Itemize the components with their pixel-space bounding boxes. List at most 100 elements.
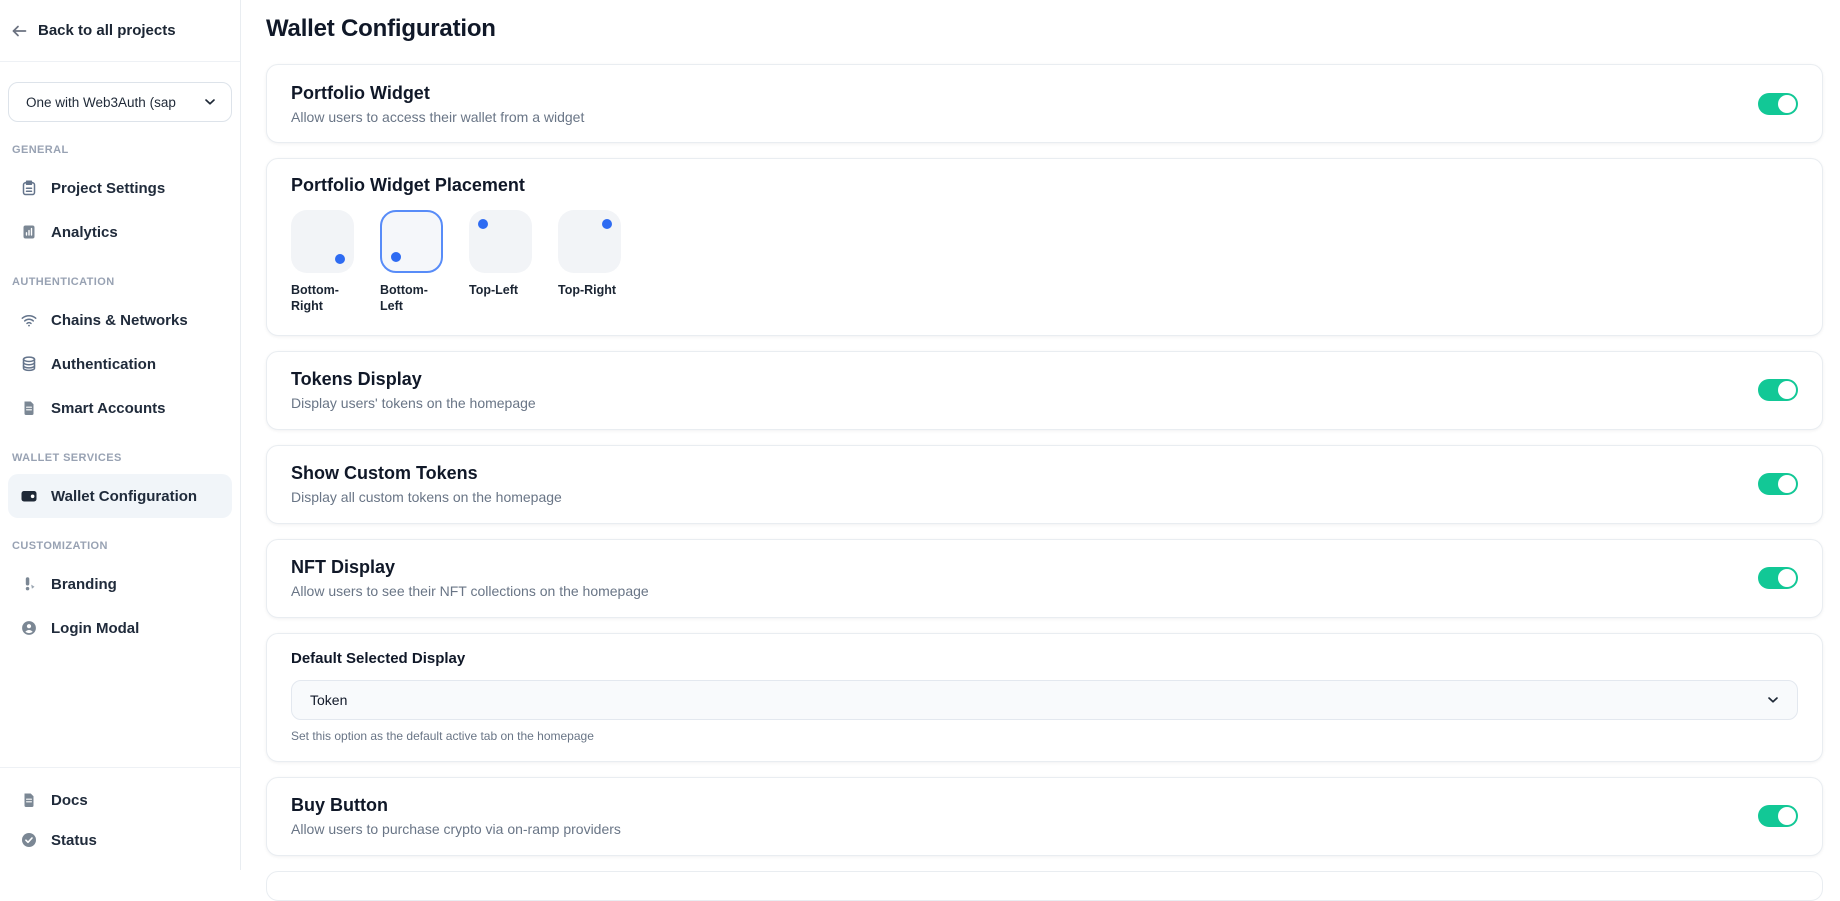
- card-text: Tokens Display Display users' tokens on …: [291, 369, 536, 411]
- section-label-authentication: AUTHENTICATION: [12, 276, 228, 288]
- sidebar-item-label: Status: [51, 832, 97, 849]
- card-tokens-display: Tokens Display Display users' tokens on …: [266, 351, 1823, 430]
- toggle-knob: [1778, 475, 1796, 493]
- page-title: Wallet Configuration: [266, 15, 1823, 43]
- placement-option-bottom-left: Bottom-Left: [380, 210, 446, 315]
- sidebar-item-status[interactable]: Status: [8, 820, 232, 860]
- card-show-custom-tokens: Show Custom Tokens Display all custom to…: [266, 445, 1823, 524]
- placement-tile-bottom-right[interactable]: [291, 210, 354, 273]
- sidebar-item-branding[interactable]: Branding: [8, 562, 232, 606]
- chevron-down-icon: [202, 94, 218, 110]
- card-text: Buy Button Allow users to purchase crypt…: [291, 795, 621, 837]
- database-icon: [20, 355, 38, 373]
- analytics-icon: [20, 223, 38, 241]
- sidebar-item-project-settings[interactable]: Project Settings: [8, 166, 232, 210]
- project-selector-dropdown[interactable]: One with Web3Auth (sap: [8, 82, 232, 122]
- card-title: Tokens Display: [291, 369, 536, 390]
- sidebar-item-docs[interactable]: Docs: [8, 780, 232, 820]
- clipboard-icon: [20, 179, 38, 197]
- placement-label: Top-Right: [558, 282, 624, 298]
- section-label-general: GENERAL: [12, 144, 228, 156]
- placement-dot: [478, 219, 488, 229]
- sidebar-item-label: Authentication: [51, 356, 156, 373]
- toggle-knob: [1778, 381, 1796, 399]
- placement-tile-bottom-left[interactable]: [380, 210, 443, 273]
- chevron-down-icon: [1765, 692, 1781, 708]
- brush-icon: [20, 575, 38, 593]
- sidebar-nav: GENERAL Project Settings Analytics AUTHE…: [0, 122, 240, 650]
- placement-option-bottom-right: Bottom-Right: [291, 210, 357, 315]
- document-icon: [20, 791, 38, 809]
- sidebar-item-label: Project Settings: [51, 180, 165, 197]
- sidebar-item-label: Analytics: [51, 224, 118, 241]
- sidebar-item-chains-networks[interactable]: Chains & Networks: [8, 298, 232, 342]
- placement-label: Bottom-Left: [380, 282, 446, 315]
- sidebar-item-analytics[interactable]: Analytics: [8, 210, 232, 254]
- sidebar: Back to all projects One with Web3Auth (…: [0, 0, 241, 870]
- card-title: Show Custom Tokens: [291, 463, 562, 484]
- card-portfolio-widget: Portfolio Widget Allow users to access t…: [266, 64, 1823, 143]
- placement-tile-top-left[interactable]: [469, 210, 532, 273]
- sidebar-item-label: Branding: [51, 576, 117, 593]
- card-title: Default Selected Display: [291, 650, 1798, 667]
- portfolio-widget-toggle[interactable]: [1758, 93, 1798, 115]
- select-helper-text: Set this option as the default active ta…: [291, 729, 1798, 743]
- toggle-knob: [1778, 569, 1796, 587]
- card-text: Show Custom Tokens Display all custom to…: [291, 463, 562, 505]
- placement-label: Top-Left: [469, 282, 535, 298]
- sidebar-item-login-modal[interactable]: Login Modal: [8, 606, 232, 650]
- card-text: NFT Display Allow users to see their NFT…: [291, 557, 649, 599]
- placement-dot: [602, 219, 612, 229]
- placement-label: Bottom-Right: [291, 282, 357, 315]
- card-description: Allow users to see their NFT collections…: [291, 583, 649, 599]
- wallet-icon: [20, 487, 38, 505]
- card-text: Portfolio Widget Allow users to access t…: [291, 83, 584, 125]
- main-content: Wallet Configuration Portfolio Widget Al…: [241, 0, 1840, 870]
- default-display-select[interactable]: Token: [291, 680, 1798, 720]
- card-nft-display: NFT Display Allow users to see their NFT…: [266, 539, 1823, 618]
- check-circle-icon: [20, 831, 38, 849]
- card-title: Portfolio Widget Placement: [291, 175, 1798, 196]
- card-description: Allow users to access their wallet from …: [291, 109, 584, 125]
- card-title: Portfolio Widget: [291, 83, 584, 104]
- card-description: Display all custom tokens on the homepag…: [291, 489, 562, 505]
- back-to-projects-link[interactable]: Back to all projects: [0, 0, 240, 62]
- sidebar-footer: Docs Status: [0, 767, 240, 870]
- sidebar-item-smart-accounts[interactable]: Smart Accounts: [8, 386, 232, 430]
- buy-button-toggle[interactable]: [1758, 805, 1798, 827]
- toggle-knob: [1778, 95, 1796, 113]
- sidebar-item-label: Chains & Networks: [51, 312, 188, 329]
- nft-display-toggle[interactable]: [1758, 567, 1798, 589]
- placement-dot: [391, 252, 401, 262]
- sidebar-item-label: Login Modal: [51, 620, 139, 637]
- placement-options: Bottom-Right Bottom-Left Top-Left Top-Ri…: [291, 210, 1798, 315]
- card-description: Display users' tokens on the homepage: [291, 395, 536, 411]
- card-default-selected-display: Default Selected Display Token Set this …: [266, 633, 1823, 762]
- section-label-wallet-services: WALLET SERVICES: [12, 452, 228, 464]
- card-portfolio-widget-placement: Portfolio Widget Placement Bottom-Right …: [266, 158, 1823, 336]
- default-display-select-value: Token: [310, 692, 347, 708]
- card-description: Allow users to purchase crypto via on-ra…: [291, 821, 621, 837]
- sidebar-item-authentication[interactable]: Authentication: [8, 342, 232, 386]
- card-buy-button: Buy Button Allow users to purchase crypt…: [266, 777, 1823, 856]
- section-label-customization: CUSTOMIZATION: [12, 540, 228, 552]
- card-title: Buy Button: [291, 795, 621, 816]
- toggle-knob: [1778, 807, 1796, 825]
- placement-option-top-right: Top-Right: [558, 210, 624, 315]
- sidebar-item-label: Wallet Configuration: [51, 488, 197, 505]
- back-to-projects-label: Back to all projects: [38, 22, 176, 39]
- card-title: NFT Display: [291, 557, 649, 578]
- user-icon: [20, 619, 38, 637]
- sidebar-item-label: Smart Accounts: [51, 400, 165, 417]
- document-icon: [20, 399, 38, 417]
- sidebar-item-label: Docs: [51, 792, 88, 809]
- placement-tile-top-right[interactable]: [558, 210, 621, 273]
- tokens-display-toggle[interactable]: [1758, 379, 1798, 401]
- sidebar-item-wallet-configuration[interactable]: Wallet Configuration: [8, 474, 232, 518]
- show-custom-tokens-toggle[interactable]: [1758, 473, 1798, 495]
- back-arrow-icon: [10, 22, 28, 40]
- project-selector-value: One with Web3Auth (sap: [26, 95, 176, 110]
- placement-dot: [335, 254, 345, 264]
- placement-option-top-left: Top-Left: [469, 210, 535, 315]
- wifi-icon: [20, 311, 38, 329]
